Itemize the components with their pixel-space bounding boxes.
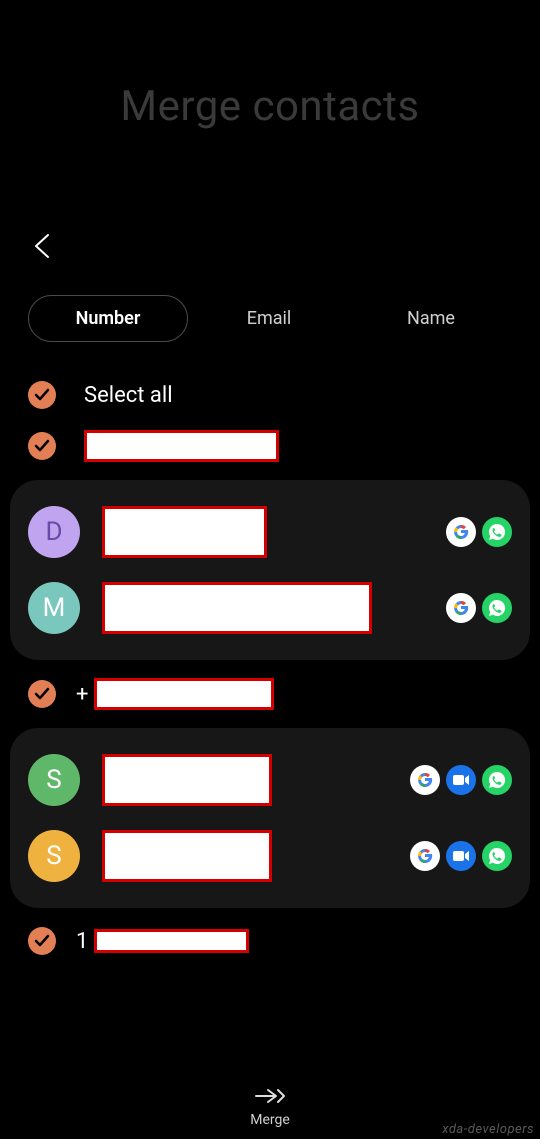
- group-checkbox[interactable]: [28, 432, 56, 460]
- service-icons: [446, 517, 512, 547]
- contact-row[interactable]: S: [28, 742, 512, 818]
- group-prefix: +: [76, 682, 88, 707]
- avatar: D: [28, 506, 80, 558]
- group-label-redacted: [94, 929, 249, 953]
- group-checkbox[interactable]: [28, 680, 56, 708]
- service-icons: [446, 593, 512, 623]
- avatar: S: [28, 830, 80, 882]
- tab-email[interactable]: Email: [188, 296, 350, 341]
- google-icon: [410, 841, 440, 871]
- tab-number[interactable]: Number: [28, 295, 188, 342]
- group-prefix: 1: [76, 929, 88, 954]
- whatsapp-icon: [482, 765, 512, 795]
- contact-row[interactable]: D: [28, 494, 512, 570]
- select-all-row[interactable]: Select all: [0, 370, 540, 420]
- service-icons: [410, 765, 512, 795]
- contact-name-redacted: [102, 830, 272, 882]
- group-header-row[interactable]: +: [0, 668, 540, 720]
- duo-icon: [446, 841, 476, 871]
- group-header-row[interactable]: [0, 420, 540, 472]
- contact-group-card: D M: [10, 480, 530, 660]
- google-icon: [446, 593, 476, 623]
- contact-name-redacted: [102, 582, 372, 634]
- duo-icon: [446, 765, 476, 795]
- google-icon: [446, 517, 476, 547]
- page-title: Merge contacts: [0, 0, 540, 131]
- contacts-list: Select all D M: [0, 352, 540, 966]
- group-label-redacted: [84, 430, 279, 462]
- whatsapp-icon: [482, 517, 512, 547]
- back-icon[interactable]: [28, 231, 58, 261]
- avatar: S: [28, 754, 80, 806]
- group-header-row[interactable]: 1: [0, 916, 540, 966]
- contact-row[interactable]: M: [28, 570, 512, 646]
- group-label-redacted: [94, 678, 274, 710]
- contact-name-redacted: [102, 506, 267, 558]
- group-checkbox[interactable]: [28, 927, 56, 955]
- tab-name[interactable]: Name: [350, 296, 512, 341]
- google-icon: [410, 765, 440, 795]
- avatar: M: [28, 582, 80, 634]
- whatsapp-icon: [482, 841, 512, 871]
- select-all-checkbox[interactable]: [28, 381, 56, 409]
- contact-group-card: S S: [10, 728, 530, 908]
- contact-row[interactable]: S: [28, 818, 512, 894]
- merge-icon[interactable]: [254, 1086, 286, 1110]
- merge-button-label[interactable]: Merge: [250, 1112, 290, 1128]
- service-icons: [410, 841, 512, 871]
- contact-name-redacted: [102, 754, 272, 806]
- filter-tabs: Number Email Name: [0, 265, 540, 352]
- whatsapp-icon: [482, 593, 512, 623]
- select-all-label: Select all: [84, 383, 173, 408]
- watermark: xda-developers: [442, 1122, 534, 1137]
